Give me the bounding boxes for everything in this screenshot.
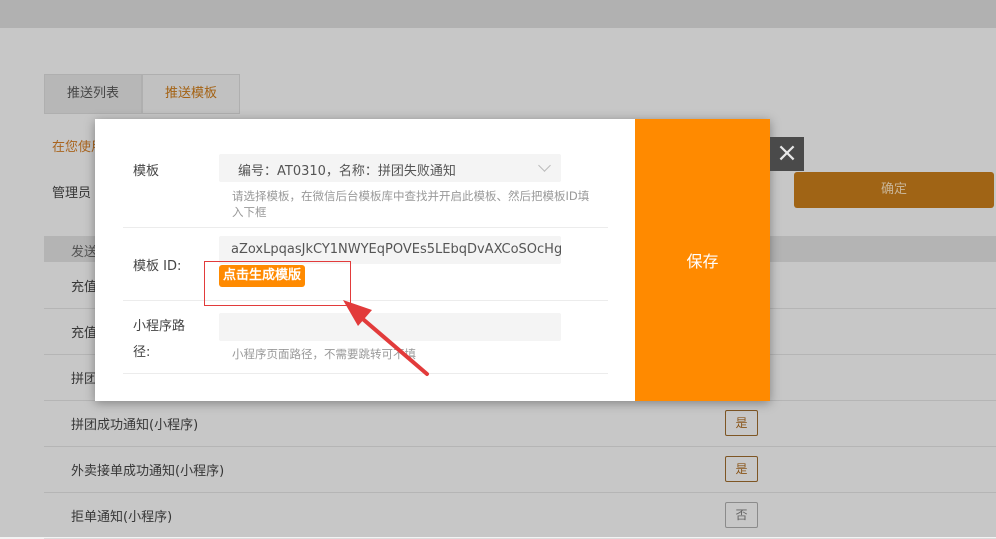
annotation-arrow-icon <box>343 300 429 376</box>
